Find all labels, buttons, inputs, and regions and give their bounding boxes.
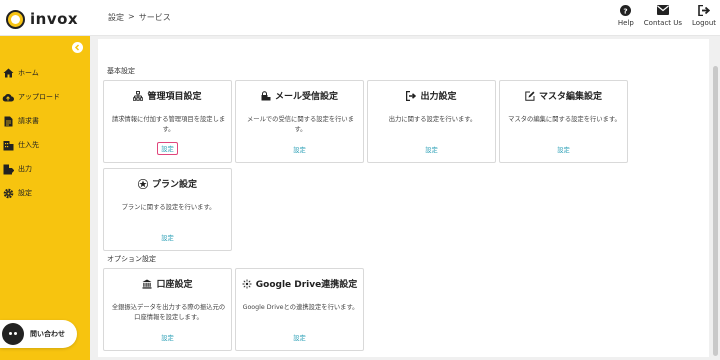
card-title: Google Drive連携設定 [255,280,358,290]
breadcrumb-separator: > [128,12,135,21]
envelope-icon [656,3,670,17]
settings-link-plan[interactable]: 設定 [158,232,177,243]
sidebar-item-label: 請求書 [18,117,39,125]
export-icon [2,163,14,175]
card-plan: プラン設定 プランに関する設定を行います。 設定 [103,168,232,251]
main-content: 基本設定 管理項目設定 請求情報に付加する管理項目を設定しま す。 設定 メール… [90,36,720,360]
sidebar-item-invoice[interactable]: 請求書 [0,109,90,133]
star-icon [137,178,148,189]
card-mail-receive: メール受信設定 メールでの受信に関する設定を行いま す。 設定 [235,80,364,163]
sidebar-item-settings[interactable]: 設定 [0,181,90,205]
sidebar-item-supplier[interactable]: 仕入先 [0,133,90,157]
section-title-basic: 基本設定 [107,67,135,75]
arrow-left-icon [74,44,80,51]
card-master-edit: マスタ編集設定 マスタの編集に関する設定を行います。 設定 [499,80,628,163]
logout-label: Logout [692,19,716,27]
cloud-upload-icon [2,91,14,103]
settings-link-output[interactable]: 設定 [422,144,441,155]
logo-icon [6,9,25,29]
sidebar-item-upload[interactable]: アップロード [0,85,90,109]
sidebar-item-label: アップロード [18,93,60,101]
chat-support-button[interactable]: 問い合わせ [0,320,77,348]
card-title: マスタ編集設定 [538,92,602,102]
settings-link-management-items[interactable]: 設定 [157,142,178,155]
logo-text: invox [30,10,79,28]
breadcrumb-item-service: サービス [138,13,171,22]
card-bank-account: 口座設定 全銀振込データを出力する際の振込元の 口座情報を設定します。 設定 [103,268,232,351]
bank-icon [142,279,152,289]
section-title-options: オプション設定 [107,255,156,263]
card-title: 口座設定 [156,280,193,290]
card-title: メール受信設定 [274,92,338,102]
help-button[interactable]: ? Help [618,3,634,27]
card-output: 出力設定 出力に関する設定を行います。 設定 [367,80,496,163]
logout-button[interactable]: Logout [692,3,716,27]
card-description: 請求情報に付加する管理項目を設定しま す。 [111,116,226,133]
sidebar-item-label: 仕入先 [18,141,39,149]
sidebar-collapse-button[interactable] [72,42,83,53]
building-icon [2,139,14,151]
contact-button[interactable]: Contact Us [644,3,682,27]
sidebar-item-home[interactable]: ホーム [0,61,90,85]
sidebar-item-label: 設定 [18,189,32,197]
card-title: プラン設定 [151,180,197,190]
scrollbar[interactable] [713,66,718,356]
card-description: プランに関する設定を行います。 [121,204,216,211]
top-header: invox 設定 > サービス ? Help Contact Us Logout [0,0,720,36]
logo[interactable]: invox [6,8,78,30]
header-actions: ? Help Contact Us Logout [618,3,716,27]
sidebar-item-label: ホーム [18,69,39,77]
chat-label: 問い合わせ [30,330,65,338]
google-drive-icon [242,279,252,289]
sidebar-item-output[interactable]: 出力 [0,157,90,181]
sidebar-item-label: 出力 [18,165,32,173]
question-circle-icon: ? [619,3,633,17]
settings-panel: 基本設定 管理項目設定 請求情報に付加する管理項目を設定しま す。 設定 メール… [98,39,709,357]
settings-link-mail-receive[interactable]: 設定 [290,144,309,155]
home-icon [2,67,14,79]
card-google-drive: Google Drive連携設定 Google Driveとの連携設定を行います… [235,268,364,351]
mail-lock-icon [261,90,271,101]
card-description: 全銀振込データを出力する際の振込元の 口座情報を設定します。 [111,304,226,321]
svg-text:?: ? [624,6,628,15]
sitemap-icon [133,90,144,101]
settings-link-master-edit[interactable]: 設定 [554,144,573,155]
breadcrumb: 設定 > サービス [108,12,171,23]
breadcrumb-item-settings[interactable]: 設定 [108,12,124,23]
help-label: Help [617,19,634,27]
sidebar: ホーム アップロード 請求書 仕入先 出力 設定 問い合わせ [0,36,90,360]
card-description: マスタの編集に関する設定を行います。 [508,116,621,123]
card-description: 出力に関する設定を行います。 [388,116,477,123]
card-description: Google Driveとの連携設定を行います。 [242,304,359,311]
settings-link-bank-account[interactable]: 設定 [158,332,177,343]
sign-out-icon [406,90,417,101]
gear-icon [2,187,14,199]
document-icon [2,115,14,127]
chat-bubble-icon [2,323,24,345]
sign-out-icon [697,3,711,17]
card-description: メールでの受信に関する設定を行いま す。 [246,116,355,133]
card-management-items: 管理項目設定 請求情報に付加する管理項目を設定しま す。 設定 [103,80,232,163]
sidebar-nav: ホーム アップロード 請求書 仕入先 出力 設定 [0,61,90,205]
card-title: 管理項目設定 [147,92,202,102]
edit-icon [525,91,535,101]
contact-label: Contact Us [643,19,683,27]
card-title: 出力設定 [420,92,457,102]
settings-link-google-drive[interactable]: 設定 [290,332,309,343]
